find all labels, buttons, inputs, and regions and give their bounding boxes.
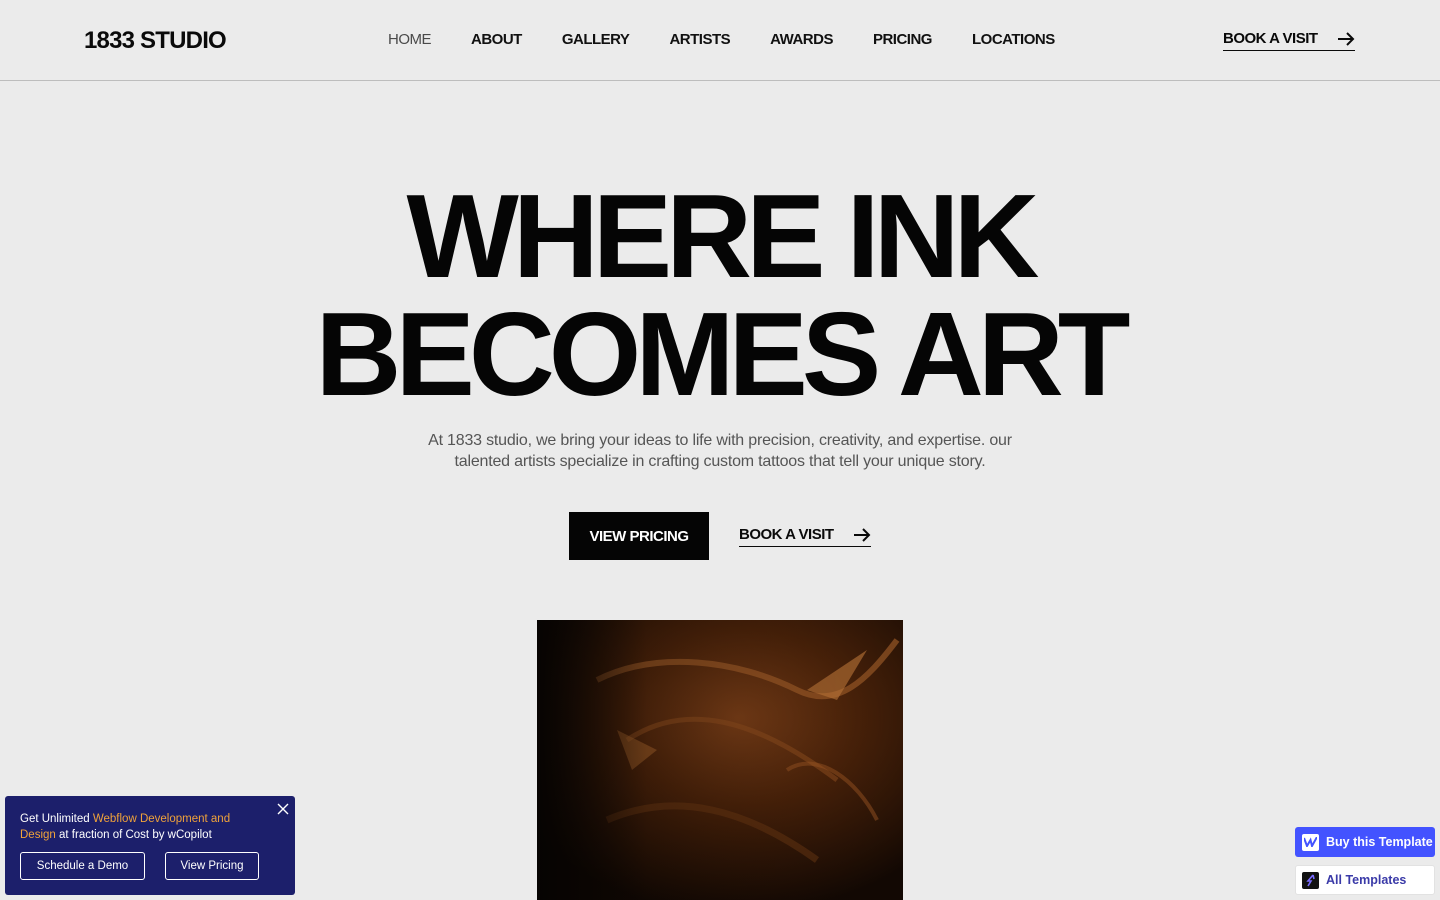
- promo-view-pricing-button[interactable]: View Pricing: [165, 852, 259, 880]
- buy-template-label: Buy this Template: [1326, 835, 1433, 849]
- nav-item-awards[interactable]: AWARDS: [770, 31, 833, 48]
- close-icon[interactable]: [275, 801, 291, 817]
- main-menu: HOME ABOUT GALLERY ARTISTS AWARDS PRICIN…: [388, 31, 1095, 48]
- view-pricing-button[interactable]: VIEW PRICING: [569, 512, 709, 560]
- arrow-right-icon: [1338, 32, 1355, 46]
- hero-title: WHERE INK BECOMES ART: [0, 170, 1440, 421]
- all-templates-label: All Templates: [1326, 873, 1407, 887]
- nav-item-locations[interactable]: LOCATIONS: [972, 31, 1055, 48]
- nav-item-pricing[interactable]: PRICING: [873, 31, 933, 48]
- promo-text-before: Get Unlimited: [20, 813, 93, 825]
- promo-banner: Get Unlimited Webflow Development and De…: [5, 796, 295, 895]
- brand-logo[interactable]: 1833 STUDIO: [84, 27, 227, 55]
- navbar: 1833 STUDIO HOME ABOUT GALLERY ARTISTS A…: [0, 0, 1440, 81]
- nav-item-about[interactable]: ABOUT: [471, 31, 522, 48]
- nav-item-gallery[interactable]: GALLERY: [562, 31, 630, 48]
- book-visit-hero-label: BOOK A VISIT: [739, 526, 834, 543]
- templates-logo-icon: [1302, 871, 1319, 889]
- book-visit-nav-label: BOOK A VISIT: [1223, 30, 1318, 47]
- promo-text: Get Unlimited Webflow Development and De…: [20, 811, 260, 843]
- arrow-right-icon: [854, 528, 871, 542]
- hero-subtitle: At 1833 studio, we bring your ideas to l…: [428, 432, 1012, 470]
- buy-template-button[interactable]: Buy this Template: [1295, 827, 1435, 857]
- webflow-logo-icon: [1302, 833, 1319, 851]
- hero-title-line-2: BECOMES ART: [315, 288, 1131, 421]
- promo-text-after: at fraction of Cost by wCopilot: [55, 829, 212, 841]
- all-templates-button[interactable]: All Templates: [1295, 865, 1435, 895]
- nav-item-home[interactable]: HOME: [388, 31, 432, 48]
- book-visit-hero-button[interactable]: BOOK A VISIT: [739, 526, 871, 547]
- nav-item-artists[interactable]: ARTISTS: [669, 31, 730, 48]
- book-visit-nav-button[interactable]: BOOK A VISIT: [1223, 30, 1355, 51]
- schedule-demo-button[interactable]: Schedule a Demo: [20, 852, 145, 880]
- hero-image-art: [537, 620, 903, 900]
- hero-title-line-1: WHERE INK: [406, 170, 1040, 303]
- hero-image: [537, 620, 903, 900]
